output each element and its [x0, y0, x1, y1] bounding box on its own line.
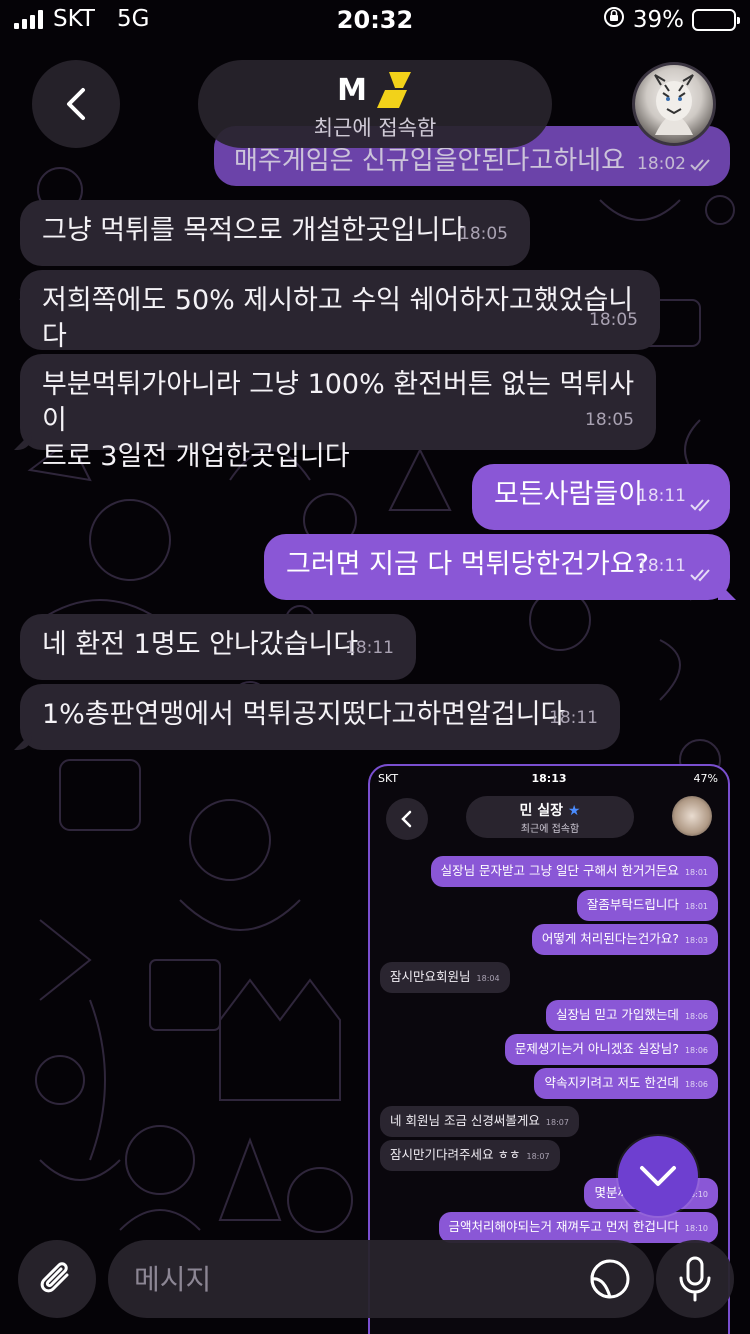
embedded-status: 최근에 접속함 [520, 824, 580, 835]
embedded-message: 문제생기는거 아니겠죠 실장님? 18:06 [504, 1034, 718, 1065]
message-text: 실장님 믿고 가입했는데 [555, 1007, 679, 1022]
embedded-clock: 18:13 [531, 772, 567, 785]
message-time: 18:06 [684, 1080, 708, 1089]
embedded-message: 약속지키려고 저도 한건데 18:06 [534, 1068, 718, 1099]
outgoing-message[interactable]: 그러면 지금 다 먹튀당한건가요? 18:11 [264, 534, 730, 600]
orientation-lock-icon [603, 6, 625, 34]
read-check-icon [690, 569, 710, 582]
message-time: 18:10 [684, 1224, 708, 1233]
message-time: 18:11 [549, 708, 598, 728]
message-time: 18:11 [345, 638, 394, 658]
embedded-back-button [386, 798, 428, 840]
embedded-message: 어떻게 처리된다는건가요? 18:03 [531, 924, 718, 955]
embedded-chat-title: 민 실장 ★ 최근에 접속함 [466, 796, 634, 838]
message-time: 18:11 [637, 486, 686, 506]
message-input-container [108, 1240, 654, 1318]
sticker-icon[interactable] [588, 1257, 632, 1301]
message-text: 실장님 문자받고 그냥 일단 구해서 한거거든요 [440, 863, 679, 878]
embedded-message: 잠시만요회원님 18:04 [380, 962, 510, 993]
last-seen-status: 최근에 접속함 [313, 116, 437, 140]
embedded-contact-name: 민 실장 [519, 803, 564, 819]
message-text: 잠시만요회원님 [390, 969, 471, 984]
message-time: 18:01 [684, 902, 708, 911]
message-text: 그냥 먹튀를 목적으로 개설한곳입니다 [42, 215, 466, 246]
incoming-message[interactable]: 부분먹튀가아니라 그냥 100% 환전버튼 없는 먹튀사이 트로 3일전 개업한… [20, 354, 656, 472]
message-text: 문제생기는거 아니겠죠 실장님? [514, 1041, 679, 1056]
embedded-avatar [672, 796, 712, 836]
message-text: 잘좀부탁드립니다 [586, 897, 679, 912]
embedded-message: 잠시만기다려주세요 ㅎㅎ 18:07 [380, 1140, 560, 1171]
message-time: 18:07 [526, 1152, 550, 1161]
back-button[interactable] [32, 60, 120, 148]
chevron-left-icon [67, 88, 85, 120]
paperclip-icon [40, 1262, 69, 1293]
message-time: 18:05 [585, 410, 634, 430]
chat-title[interactable]: M 최근에 접속함 [198, 60, 552, 148]
message-text-line-1: 부분먹튀가아니라 그냥 100% 환전버튼 없는 먹튀사이 [42, 369, 635, 436]
scroll-down-button[interactable] [618, 1136, 698, 1216]
microphone-button[interactable] [656, 1240, 734, 1318]
message-time: 18:04 [476, 974, 500, 983]
message-time: 18:07 [545, 1118, 569, 1127]
message-input[interactable] [134, 1240, 564, 1318]
embedded-status-bar: SKT 18:13 47% [370, 770, 728, 790]
message-text: 어떻게 처리된다는건가요? [541, 931, 679, 946]
embedded-message: 네 회원님 조금 신경써볼게요 18:07 [380, 1106, 579, 1137]
contact-avatar[interactable] [632, 62, 716, 146]
message-text: 1%총판연맹에서 먹튀공지떴다고하면알겁니다 [42, 699, 566, 730]
star-emoji-icon: ★ [567, 803, 581, 819]
incoming-message[interactable]: 네 환전 1명도 안나갔습니다 18:11 [20, 614, 416, 680]
message-time: 18:05 [459, 224, 508, 244]
message-time: 18:11 [637, 556, 686, 576]
message-text: 약속지키려고 저도 한건데 [544, 1075, 679, 1090]
message-text: 잠시만기다려주세요 ㅎㅎ [390, 1147, 521, 1162]
outgoing-message[interactable]: 모든사람들이 18:11 [472, 464, 730, 530]
tiger-avatar-icon [654, 74, 694, 135]
microphone-icon [679, 1256, 711, 1302]
message-text: 금액처리해야되는거 재껴두고 먼저 한겁니다 [448, 1219, 679, 1234]
incoming-message[interactable]: 1%총판연맹에서 먹튀공지떴다고하면알겁니다 18:11 [20, 684, 620, 750]
message-text: 모든사람들이 [494, 479, 644, 510]
embedded-message: 잘좀부탁드립니다 18:01 [576, 890, 718, 921]
embedded-message: 실장님 믿고 가입했는데 18:06 [545, 1000, 718, 1031]
message-time: 18:02 [637, 154, 686, 174]
message-time: 18:01 [684, 868, 708, 877]
message-text: 네 환전 1명도 안나갔습니다 [42, 629, 359, 660]
embedded-battery: 47% [693, 772, 718, 785]
read-check-icon [690, 499, 710, 512]
embedded-message: 실장님 문자받고 그냥 일단 구해서 한거거든요 18:01 [430, 856, 718, 887]
message-text: 매주게임은 신규입을안된다고하네요 [234, 146, 625, 176]
contact-name: M [337, 72, 367, 108]
message-text: 저희쪽에도 50% 제시하고 수익 쉐어하자고했었습니다 [42, 285, 634, 352]
chevron-down-icon [640, 1166, 676, 1186]
chevron-left-icon [401, 810, 412, 828]
attach-button[interactable] [18, 1240, 96, 1318]
status-bar: SKT 5G 20:32 39% [0, 0, 750, 42]
message-time: 18:06 [684, 1012, 708, 1021]
incoming-message[interactable]: 그냥 먹튀를 목적으로 개설한곳입니다 18:05 [20, 200, 530, 266]
battery-percent: 39% [632, 7, 684, 33]
message-time: 18:05 [589, 310, 638, 330]
message-time: 18:03 [684, 936, 708, 945]
incoming-message[interactable]: 저희쪽에도 50% 제시하고 수익 쉐어하자고했었습니다 18:05 [20, 270, 660, 352]
message-text: 네 회원님 조금 신경써볼게요 [390, 1113, 540, 1128]
lightning-emoji-icon [376, 72, 411, 108]
read-check-icon [690, 159, 710, 172]
embedded-message: 금액처리해야되는거 재껴두고 먼저 한겁니다 18:10 [438, 1212, 718, 1243]
battery-icon [692, 9, 740, 31]
message-time: 18:06 [684, 1046, 708, 1055]
message-text: 그러면 지금 다 먹튀당한건가요? [286, 549, 649, 580]
